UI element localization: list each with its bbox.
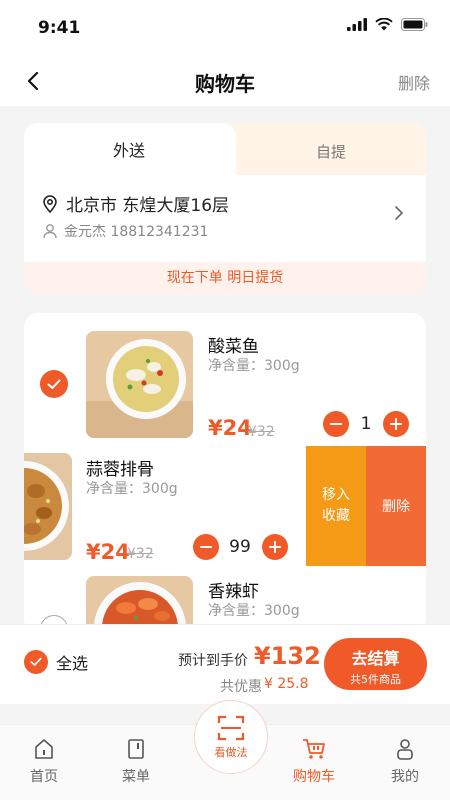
- tab-cart-label: 购物车: [293, 769, 335, 785]
- select-all[interactable]: 全选: [24, 650, 88, 674]
- check-icon: [47, 379, 61, 389]
- discount-label: 共优惠: [220, 679, 262, 695]
- item-name: 酸菜鱼: [208, 337, 259, 357]
- decrease-button[interactable]: [193, 534, 219, 560]
- favorite-label-line2: 收藏: [322, 508, 350, 524]
- item-checkbox-checked[interactable]: [40, 370, 68, 398]
- status-time: 9:41: [38, 18, 81, 38]
- person-icon: [43, 224, 57, 239]
- item-image-ribs: [24, 453, 72, 560]
- status-icons: [347, 18, 428, 31]
- tab-profile-label: 我的: [391, 769, 419, 785]
- item-spec: 净含量：300g: [86, 481, 178, 497]
- wifi-icon: [375, 18, 393, 31]
- contact-text: 金元杰 18812341231: [64, 224, 209, 240]
- checkout-count: 共5件商品: [350, 673, 401, 686]
- item-image-shrimp: [86, 576, 193, 626]
- check-icon: [30, 657, 42, 666]
- minus-icon: [330, 423, 342, 425]
- checkout-button[interactable]: 去结算 共5件商品: [324, 638, 427, 690]
- favorite-label-line1: 移入: [322, 487, 350, 503]
- tab-home[interactable]: 首页: [14, 738, 74, 786]
- delete-button[interactable]: 删除: [398, 70, 430, 94]
- estimate-value: ¥132: [254, 642, 321, 670]
- select-all-checkbox[interactable]: [24, 650, 48, 674]
- increase-button[interactable]: [262, 534, 288, 560]
- item-old-price: ¥32: [248, 424, 275, 440]
- address-row[interactable]: 北京市 东煌大厦16层: [42, 191, 229, 216]
- plus-icon: [269, 541, 281, 553]
- chevron-right-icon[interactable]: [394, 205, 404, 221]
- tab-delivery-label: 外送: [112, 141, 145, 160]
- checkout-label: 去结算: [351, 649, 400, 668]
- tab-profile[interactable]: 我的: [375, 738, 435, 786]
- tab-home-label: 首页: [30, 769, 58, 785]
- select-all-label: 全选: [56, 654, 89, 673]
- item-spec: 净含量：300g: [208, 603, 300, 619]
- item-price: ¥24: [208, 416, 252, 440]
- item-image-fish: [86, 331, 193, 438]
- item-name: 蒜蓉排骨: [86, 460, 154, 480]
- address-text: 北京市 东煌大厦16层: [66, 196, 230, 216]
- nav-bar: 购物车 删除: [0, 56, 450, 106]
- item-old-price: ¥32: [127, 546, 154, 562]
- cart-icon: [303, 739, 325, 759]
- tab-menu-label: 菜单: [122, 769, 150, 785]
- item-price: ¥24: [86, 540, 130, 564]
- tab-cart[interactable]: 购物车: [284, 738, 344, 786]
- discount-value: ¥ 25.8: [264, 676, 309, 692]
- item-spec: 净含量：300g: [208, 358, 300, 374]
- page-title: 购物车: [195, 72, 255, 96]
- swipe-delete-button[interactable]: 删除: [366, 446, 426, 566]
- view-recipe-label: 看做法: [214, 746, 248, 759]
- decrease-button[interactable]: [323, 411, 349, 437]
- tab-menu[interactable]: 菜单: [106, 738, 166, 786]
- profile-icon: [397, 739, 413, 760]
- estimate-label: 预计到手价: [178, 653, 248, 669]
- location-pin-icon: [43, 194, 57, 213]
- quantity-value[interactable]: 99: [222, 537, 258, 557]
- quantity-value[interactable]: 1: [349, 414, 383, 434]
- signal-icon: [347, 18, 367, 31]
- tab-pickup-label: 自提: [315, 143, 346, 161]
- home-icon: [35, 739, 53, 759]
- scan-icon: [217, 715, 245, 741]
- menu-book-icon: [128, 739, 144, 759]
- increase-button[interactable]: [383, 411, 409, 437]
- view-recipe-button[interactable]: 看做法: [194, 700, 268, 774]
- delivery-notice: 现在下单 明日提货: [24, 262, 426, 294]
- item-name: 香辣虾: [208, 582, 259, 602]
- contact-row: 金元杰 18812341231: [42, 221, 208, 241]
- minus-icon: [200, 546, 212, 548]
- move-to-favorites-button[interactable]: 移入 收藏: [306, 446, 366, 566]
- plus-icon: [390, 418, 402, 430]
- battery-icon: [401, 18, 428, 31]
